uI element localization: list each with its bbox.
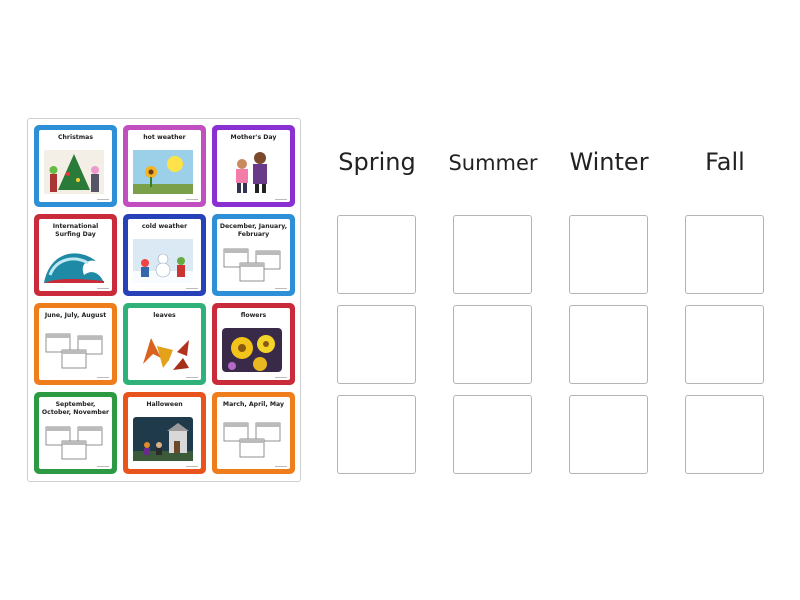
card-face: leaves <box>128 308 201 380</box>
card-leaves[interactable]: leaves <box>123 303 206 385</box>
drop-slot-fall[interactable] <box>685 215 764 294</box>
card-label: Mother's Day <box>230 134 277 141</box>
card-label: June, July, August <box>44 312 107 319</box>
card-label: hot weather <box>143 134 186 141</box>
card-christmas[interactable]: Christmas <box>34 125 117 207</box>
card-face: September, October, November <box>39 397 112 469</box>
card-face: flowers <box>217 308 290 380</box>
card-december-january-february[interactable]: December, January, February <box>212 214 295 296</box>
column-heading-summer: Summer <box>448 151 538 175</box>
drop-slot-summer[interactable] <box>453 305 532 384</box>
card-label: flowers <box>240 312 267 319</box>
card-halloween[interactable]: Halloween <box>123 392 206 474</box>
calendar-icon <box>45 333 103 369</box>
drop-slot-fall[interactable] <box>685 395 764 474</box>
calendar-icon <box>45 426 103 460</box>
card-label: Christmas <box>57 134 94 141</box>
card-face: International Surfing Day <box>39 219 112 291</box>
drop-slot-spring[interactable] <box>337 215 416 294</box>
drop-slot-winter[interactable] <box>569 395 648 474</box>
drop-slot-fall[interactable] <box>685 305 764 384</box>
drop-slot-winter[interactable] <box>569 215 648 294</box>
card-tray: Christmas hot weather Mother's Day Inter… <box>27 118 301 482</box>
flower-icon <box>222 328 282 372</box>
family-icon <box>236 152 267 193</box>
drop-slot-summer[interactable] <box>453 395 532 474</box>
card-june-july-august[interactable]: June, July, August <box>34 303 117 385</box>
drop-slot-spring[interactable] <box>337 395 416 474</box>
haunted-house-icon <box>133 417 193 461</box>
card-label: Halloween <box>146 401 183 408</box>
card-march-april-may[interactable]: March, April, May <box>212 392 295 474</box>
card-face: Mother's Day <box>217 130 290 202</box>
drop-slot-summer[interactable] <box>453 215 532 294</box>
card-face: cold weather <box>128 219 201 291</box>
card-label: September, October, November <box>41 401 110 416</box>
card-label: December, January, February <box>219 223 288 238</box>
card-label: March, April, May <box>222 401 285 408</box>
card-label: International Surfing Day <box>52 223 99 238</box>
sun-icon <box>133 150 193 194</box>
card-international-surfing-day[interactable]: International Surfing Day <box>34 214 117 296</box>
card-label: leaves <box>153 312 176 319</box>
leaf-icon <box>143 338 189 370</box>
card-face: June, July, August <box>39 308 112 380</box>
snowman-icon <box>133 239 193 283</box>
card-face: March, April, May <box>217 397 290 469</box>
column-heading-spring: Spring <box>338 148 416 176</box>
christmas-tree-icon <box>44 150 104 194</box>
wave-icon <box>44 253 104 283</box>
card-mothers-day[interactable]: Mother's Day <box>212 125 295 207</box>
calendar-icon <box>223 422 281 458</box>
column-heading-fall: Fall <box>705 148 745 176</box>
card-cold-weather[interactable]: cold weather <box>123 214 206 296</box>
card-label: cold weather <box>141 223 188 230</box>
card-face: Halloween <box>128 397 201 469</box>
drop-slot-winter[interactable] <box>569 305 648 384</box>
drop-slot-spring[interactable] <box>337 305 416 384</box>
card-face: Christmas <box>39 130 112 202</box>
card-face: December, January, February <box>217 219 290 291</box>
column-heading-winter: Winter <box>569 148 649 176</box>
card-face: hot weather <box>128 130 201 202</box>
calendar-icon <box>223 248 281 282</box>
card-hot-weather[interactable]: hot weather <box>123 125 206 207</box>
card-september-october-november[interactable]: September, October, November <box>34 392 117 474</box>
card-flowers[interactable]: flowers <box>212 303 295 385</box>
